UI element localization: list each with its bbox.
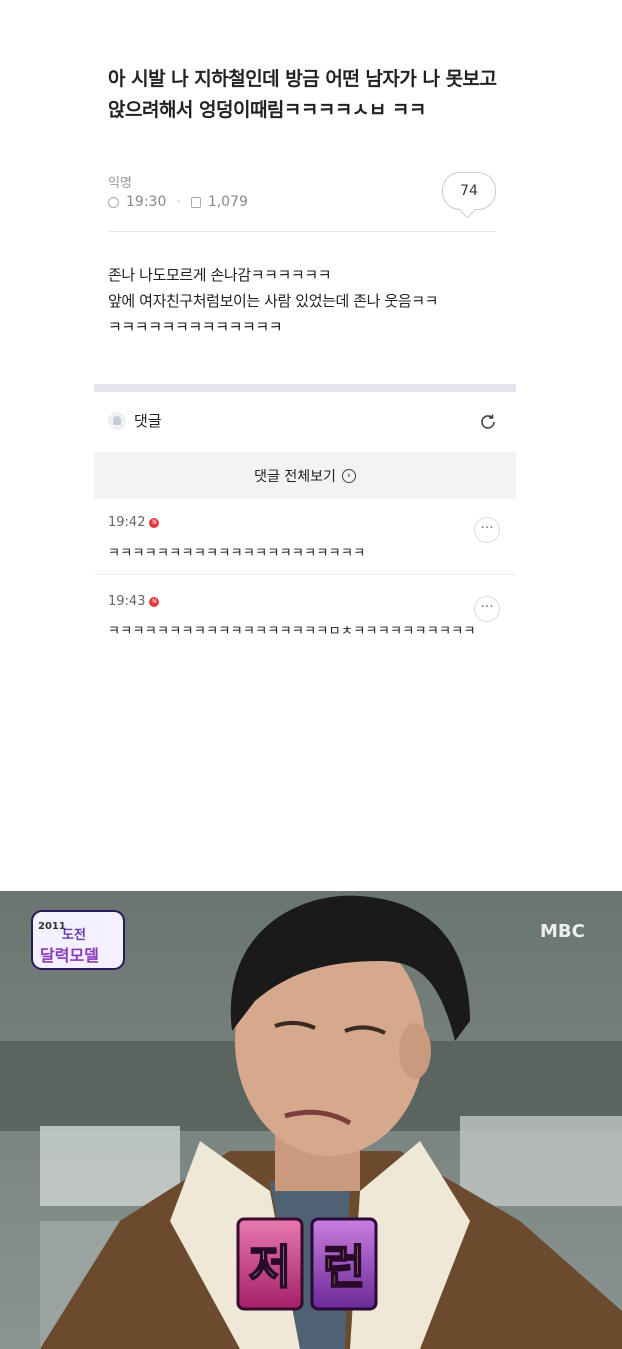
comments-header-label: 댓글 [134,412,162,430]
divider [94,574,516,575]
show-logo-icon: 2011 도전 달력모델 [31,910,125,970]
refresh-icon[interactable] [478,412,498,432]
new-badge: N [149,596,160,607]
post-body-line: ㅋㅋㅋㅋㅋㅋㅋㅋㅋㅋㅋㅋㅋ [108,318,283,336]
photo-scene: 2011 도전 달력모델 MBC 저 런 [0,891,622,1349]
broadcaster-logo: MBC [540,921,585,942]
logo-text-bottom: 달력모델 [40,946,99,965]
post-body: 존나 나도모르게 손나감ㅋㅋㅋㅋㅋㅋ 앞에 여자친구처럼보이는 사람 있었는데 … [108,262,508,340]
post-body-line: 존나 나도모르게 손나감ㅋㅋㅋㅋㅋㅋ [108,266,332,284]
post-author: 익명 [108,176,132,191]
post-title: 아 시발 나 지하철인데 방금 어떤 남자가 나 못보고 앉으려해서 엉덩이때림… [108,68,497,121]
reaction-photo: 2011 도전 달력모델 MBC 저 런 [0,891,622,1349]
comment-time: 19:43 [108,594,146,609]
meta-separator: · [176,194,181,210]
chevron-right-circle-icon: › [341,468,356,483]
caption-char-2: 런 [323,1240,365,1294]
section-divider [94,384,516,392]
new-badge: N [149,517,160,528]
caption-char-1: 저 [249,1240,291,1294]
comments-header: 댓글 [108,410,162,431]
more-options-button[interactable]: ··· [474,517,500,543]
comment-time: 19:42 [108,515,146,530]
post-time: 19:30 [126,194,167,210]
divider [108,231,496,232]
comment-text: ㅋㅋㅋㅋㅋㅋㅋㅋㅋㅋㅋㅋㅋㅋㅋㅋㅋㅋㅁㅊㅋㅋㅋㅋㅋㅋㅋㅋㅋㅋ [108,624,476,639]
post-body-line: 앞에 여자친구처럼보이는 사람 있었는데 존나 웃음ㅋㅋ [108,292,439,310]
post-views: 1,079 [207,194,248,210]
view-all-comments-button[interactable]: 댓글 전체보기 › [94,452,516,499]
logo-text-top: 도전 [62,927,86,943]
post-meta: 19:30 · 1,079 [108,194,248,210]
comment-text: ㅋㅋㅋㅋㅋㅋㅋㅋㅋㅋㅋㅋㅋㅋㅋㅋㅋㅋㅋㅋㅋ [108,546,366,561]
views-icon [190,196,201,208]
view-all-label: 댓글 전체보기 [254,468,336,485]
more-options-button[interactable]: ··· [474,596,500,622]
clock-icon [108,196,119,208]
bell-icon[interactable] [108,411,126,430]
